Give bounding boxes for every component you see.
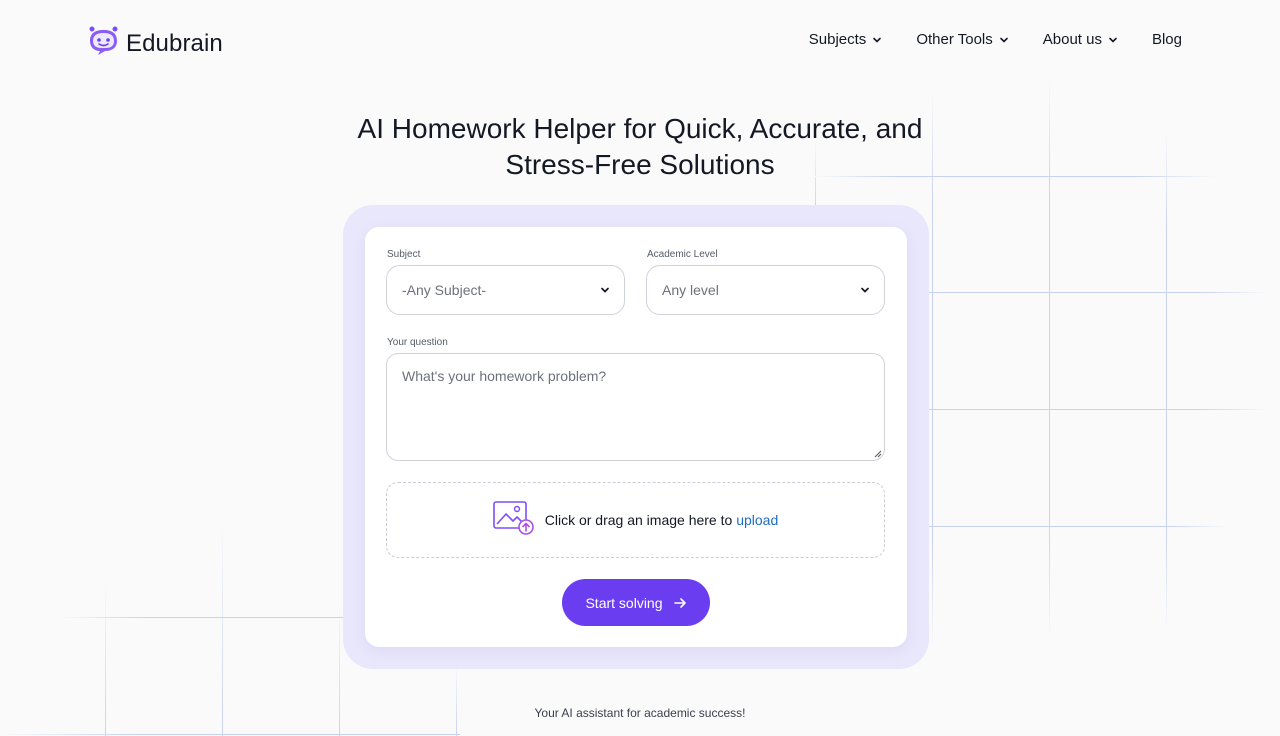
page-title: AI Homework Helper for Quick, Accurate, …: [0, 111, 1280, 183]
start-solving-button[interactable]: Start solving: [562, 579, 710, 626]
image-upload-icon: [492, 500, 535, 541]
question-textarea[interactable]: What's your homework problem?: [386, 353, 885, 461]
nav-other-tools[interactable]: Other Tools: [916, 31, 1008, 48]
nav-subjects[interactable]: Subjects: [809, 31, 883, 48]
nav-blog[interactable]: Blog: [1152, 31, 1182, 48]
nav-about-us-label: About us: [1042, 31, 1102, 48]
nav-blog-label: Blog: [1151, 31, 1182, 48]
chevron-down-icon: [601, 287, 609, 293]
resize-handle-icon[interactable]: [874, 450, 882, 458]
page-title-line-2: Stress-Free Solutions: [505, 149, 775, 180]
academic-level-label: Academic Level: [647, 249, 718, 260]
brand-name: Edubrain: [126, 29, 223, 57]
upload-link[interactable]: upload: [736, 512, 778, 528]
edubrain-logo-icon: [88, 26, 119, 61]
arrow-right-icon: [673, 597, 686, 608]
main-nav: Subjects Other Tools About us Blog: [809, 31, 1182, 48]
brand-logo[interactable]: Edubrain: [88, 26, 223, 61]
chevron-down-icon: [999, 37, 1008, 43]
upload-instruction-text: Click or drag an image here to: [544, 512, 733, 528]
nav-about-us[interactable]: About us: [1043, 31, 1118, 48]
upload-instruction: Click or drag an image here to upload: [545, 512, 778, 528]
question-label: Your question: [387, 337, 448, 348]
subject-label: Subject: [387, 249, 421, 260]
academic-level-select-value: Any level: [662, 282, 719, 298]
start-solving-label: Start solving: [585, 594, 663, 611]
page-title-line-1: AI Homework Helper for Quick, Accurate, …: [357, 113, 923, 144]
image-upload-dropzone[interactable]: Click or drag an image here to upload: [386, 482, 885, 558]
academic-level-select[interactable]: Any level: [646, 265, 885, 315]
nav-other-tools-label: Other Tools: [916, 31, 993, 48]
question-placeholder: What's your homework problem?: [402, 368, 607, 384]
subject-select-value: -Any Subject-: [402, 282, 487, 298]
chevron-down-icon: [1109, 37, 1117, 43]
chevron-down-icon: [861, 287, 869, 293]
site-header: Edubrain Subjects Other Tools About us B…: [0, 0, 1280, 82]
subject-select[interactable]: -Any Subject-: [386, 265, 625, 315]
chevron-down-icon: [873, 37, 882, 43]
nav-subjects-label: Subjects: [808, 31, 867, 48]
tagline: Your AI assistant for academic success!: [534, 706, 746, 720]
